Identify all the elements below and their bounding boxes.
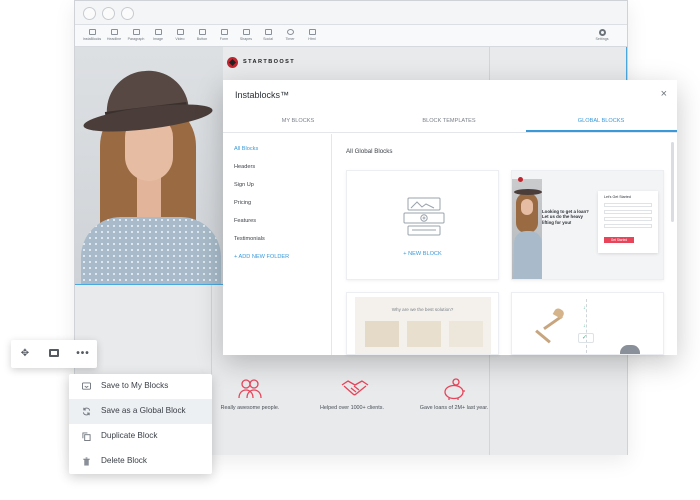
instablocks-icon: [88, 29, 96, 35]
new-block-icon: [403, 197, 445, 236]
solution-preview-image: [449, 321, 483, 347]
preview-shirt: [514, 231, 542, 279]
step-arrow-icon: ↓: [583, 323, 586, 329]
window-minimize-dot[interactable]: [102, 7, 115, 20]
step-arrow-icon: ↓: [583, 305, 586, 311]
background-image-button[interactable]: [40, 340, 68, 368]
lamp-arm: [535, 329, 551, 344]
button-icon: [198, 29, 206, 35]
block-context-menu: Save to My Blocks Save as a Global Block…: [69, 374, 212, 474]
global-block-steps[interactable]: ↓ ↓ ✓: [511, 292, 664, 355]
plant-pot: [620, 345, 640, 354]
menu-item-save-as-global-block[interactable]: Save as a Global Block: [69, 399, 212, 424]
loan-form-title: Let's Get Started: [604, 195, 631, 199]
sidebar-item-testimonials[interactable]: Testimonials: [234, 236, 265, 242]
menu-item-delete-block[interactable]: Delete Block: [69, 449, 212, 474]
tool-html[interactable]: Html: [299, 27, 325, 45]
preview-hat: [514, 189, 542, 195]
close-button[interactable]: ×: [661, 88, 667, 100]
move-button[interactable]: ✥: [11, 340, 39, 368]
headline-icon: [110, 29, 118, 35]
loan-form-field: [604, 224, 652, 228]
move-icon: ✥: [20, 348, 30, 359]
loan-form-field: [604, 210, 652, 214]
modal-scrollbar[interactable]: [671, 142, 674, 222]
new-block-label: + NEW BLOCK: [403, 251, 442, 257]
piggy-bank-icon: [442, 377, 466, 400]
save-icon: [82, 382, 91, 390]
window-maximize-dot[interactable]: [121, 7, 134, 20]
video-icon: [176, 29, 184, 35]
window-titlebar: [75, 1, 627, 25]
menu-item-duplicate-block[interactable]: Duplicate Block: [69, 424, 212, 449]
sidebar-item-all-blocks[interactable]: All Blocks: [234, 146, 258, 152]
loan-form-field: [604, 203, 652, 207]
content-title: All Global Blocks: [346, 148, 393, 155]
sidebar-item-features[interactable]: Features: [234, 218, 256, 224]
loan-form-field: [604, 217, 652, 221]
more-icon: •••: [76, 348, 90, 359]
trash-icon: [83, 457, 90, 466]
menu-item-save-to-my-blocks[interactable]: Save to My Blocks: [69, 374, 212, 399]
sync-icon: [82, 407, 91, 416]
element-toolbar: InstaBlocks Headline Paragraph Image Vid…: [75, 25, 627, 47]
code-icon: [308, 29, 316, 35]
image-icon: [154, 29, 162, 35]
handshake-icon: [340, 377, 369, 399]
people-icon: [238, 377, 262, 399]
block-mini-toolbar: ✥ •••: [11, 340, 97, 368]
steps-connector: [586, 299, 587, 353]
paragraph-icon: [132, 29, 140, 35]
instablocks-modal: Instablocks™ × MY BLOCKS BLOCK TEMPLATES…: [223, 80, 677, 355]
settings-button[interactable]: Settings: [589, 27, 615, 41]
modal-title: Instablocks™: [235, 90, 290, 100]
global-block-loan[interactable]: Looking to get a loan? Let us do the hea…: [511, 170, 664, 280]
sidebar-item-sign-up[interactable]: Sign Up: [234, 182, 254, 188]
active-tab-indicator: [526, 130, 677, 132]
loan-preview-photo: [512, 179, 542, 279]
shapes-icon: [242, 29, 250, 35]
tab-global-blocks[interactable]: GLOBAL BLOCKS: [526, 118, 676, 124]
solution-preview-image: [407, 321, 441, 347]
duplicate-icon: [82, 432, 91, 441]
sidebar-item-pricing[interactable]: Pricing: [234, 200, 251, 206]
folder-sidebar: All Blocks Headers Sign Up Pricing Featu…: [223, 134, 332, 355]
preview-logo-icon: [518, 177, 523, 182]
loan-preview-heading: Looking to get a loan? Let us do the hea…: [542, 209, 589, 225]
gear-icon: [598, 29, 606, 36]
window-close-dot[interactable]: [83, 7, 96, 20]
sidebar-item-headers[interactable]: Headers: [234, 164, 255, 170]
timer-icon: [286, 29, 294, 35]
more-button[interactable]: •••: [69, 340, 97, 368]
solution-preview-image: [365, 321, 399, 347]
loan-preview-form: Let's Get Started Get Started: [598, 191, 658, 253]
feature-loans: Gave loans of 2M+ last year.: [409, 377, 499, 411]
solution-preview-heading: Why are we the best solution?: [391, 307, 454, 312]
tab-my-blocks[interactable]: MY BLOCKS: [223, 118, 373, 124]
social-icon: [264, 29, 272, 35]
feature-people: Really awesome people.: [205, 377, 295, 411]
add-new-folder-link[interactable]: + ADD NEW FOLDER: [234, 254, 289, 260]
new-block-card[interactable]: + NEW BLOCK: [346, 170, 499, 280]
global-block-solution[interactable]: Why are we the best solution?: [346, 292, 499, 355]
preview-face: [521, 199, 533, 215]
check-icon: ✓: [582, 335, 588, 341]
lamp-shade: [552, 307, 566, 319]
loan-form-cta: Get Started: [604, 237, 634, 243]
tab-block-templates[interactable]: BLOCK TEMPLATES: [374, 118, 524, 124]
feature-clients: Helped over 1000+ clients.: [307, 377, 397, 411]
image-icon: [49, 349, 59, 358]
form-icon: [220, 29, 228, 35]
